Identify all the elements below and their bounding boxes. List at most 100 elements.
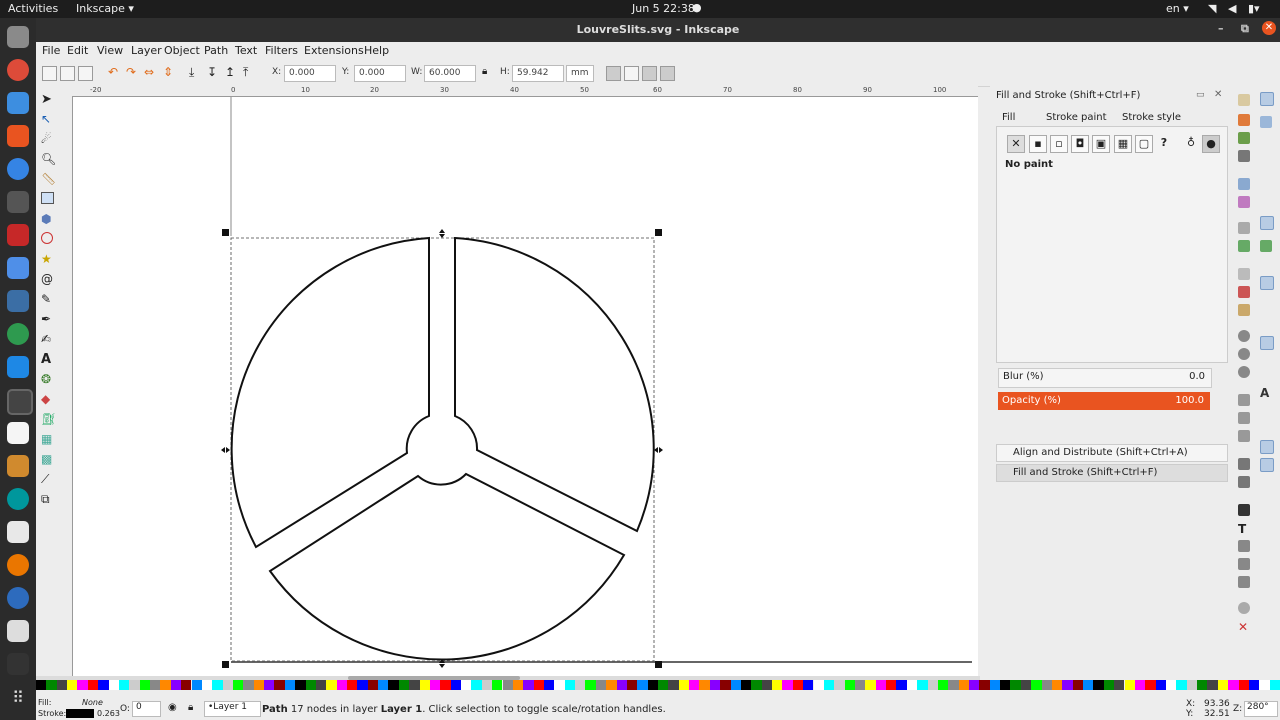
snap-smooth-icon[interactable] [1260,276,1274,290]
transform-gradients-icon[interactable] [642,66,657,81]
palette-swatch[interactable] [1145,680,1156,690]
h-field[interactable]: 59.942 [512,65,564,82]
palette-swatch[interactable] [658,680,669,690]
image-viewer-icon[interactable] [7,290,29,312]
drawing-canvas[interactable] [62,86,978,676]
palette-swatch[interactable] [1031,680,1042,690]
inkscape-icon[interactable] [7,389,33,415]
maximize-icon[interactable]: ⧉ [1241,22,1249,36]
slack-icon[interactable] [7,521,29,543]
palette-swatch[interactable] [77,680,88,690]
select-all-layers-icon[interactable] [60,66,75,81]
transform-patterns-icon[interactable] [660,66,675,81]
palette-swatch[interactable] [699,680,710,690]
flat-color-icon[interactable]: ▪ [1029,135,1047,153]
menu-view[interactable]: View [97,44,123,57]
palette-swatch[interactable] [906,680,918,690]
menu-edit[interactable]: Edit [67,44,88,57]
ungroup-icon[interactable] [1238,476,1250,488]
palette-swatch[interactable] [1041,680,1052,690]
redo-icon[interactable] [1238,240,1250,252]
palette-swatch[interactable] [264,680,275,690]
menu-extensions[interactable]: Extensions [304,44,364,57]
green-app-icon[interactable] [7,323,29,345]
new-document-icon[interactable] [1238,94,1250,106]
layers-icon[interactable] [1238,540,1250,552]
rotate-ccw-icon[interactable]: ↶ [108,65,118,79]
tab-fill[interactable]: Fill [1002,112,1015,123]
palette-swatch[interactable] [1176,680,1187,690]
radial-gradient-icon[interactable]: ◘ [1071,135,1089,153]
calligraphy-tool-icon[interactable]: ✍ [41,332,55,346]
palette-swatch[interactable] [844,680,855,690]
clone-icon[interactable] [1238,412,1250,424]
palette-swatch[interactable] [398,680,410,690]
wifi-icon[interactable]: ◥ [1208,2,1216,15]
palette-swatch[interactable] [1228,680,1239,690]
ellipse-tool-icon[interactable] [41,232,53,244]
palette-swatch[interactable] [647,680,658,690]
rectangle-tool-icon[interactable] [41,192,54,204]
clock[interactable]: Jun 5 22:38 [632,2,695,15]
palette-swatch[interactable] [730,680,741,690]
palette-swatch[interactable] [1093,680,1104,690]
louvre-slits-path[interactable] [230,236,655,661]
files-icon[interactable] [7,26,29,48]
text-editor-icon[interactable] [7,422,29,444]
opacity-field-status[interactable]: 0 [132,701,161,717]
palette-swatch[interactable] [56,680,68,690]
fill-rule-nonzero-icon[interactable]: ● [1202,135,1220,153]
palette-swatch[interactable] [440,680,451,690]
palette-swatch[interactable] [564,680,576,690]
palette-swatch[interactable] [150,680,161,690]
stroke-width-value[interactable]: 0.263 [97,709,120,718]
copy-icon[interactable] [1238,268,1250,280]
palette-swatch[interactable] [450,680,462,690]
palette-swatch[interactable] [512,680,524,690]
palette-swatch[interactable] [181,680,192,690]
palette-swatch[interactable] [108,680,119,690]
tab-stroke-style[interactable]: Stroke style [1122,112,1181,123]
palette-swatch[interactable] [232,680,244,690]
palette-swatch[interactable] [160,680,171,690]
palette-swatch[interactable] [46,680,57,690]
pencil-tool-icon[interactable]: ✎ [41,292,55,306]
palette-swatch[interactable] [170,680,182,690]
import-icon[interactable] [1238,178,1250,190]
lower-icon[interactable]: ↧ [207,65,217,79]
palette-swatch[interactable] [803,680,814,690]
deselect-icon[interactable] [78,66,93,81]
palette-swatch[interactable] [326,680,337,690]
group-icon[interactable] [1238,458,1250,470]
paste-icon[interactable] [1238,304,1250,316]
palette-swatch[interactable] [761,680,773,690]
print-icon[interactable] [1238,150,1250,162]
rotate-cw-icon[interactable]: ↷ [126,65,136,79]
palette-swatch[interactable] [1197,680,1208,690]
palette-swatch[interactable] [606,680,617,690]
xml-editor-icon[interactable] [1238,558,1250,570]
palette-swatch[interactable] [1259,680,1270,690]
palette-swatch[interactable] [668,680,679,690]
snap-nodes-icon[interactable] [1260,216,1274,230]
palette-swatch[interactable] [886,680,897,690]
palette-swatch[interactable] [1124,680,1135,690]
palette-swatch[interactable] [1083,680,1094,690]
palette-swatch[interactable] [378,680,389,690]
menu-layer[interactable]: Layer [131,44,162,57]
zoom-drawing-icon[interactable] [1238,348,1250,360]
zoom-field[interactable]: 280° [1244,701,1278,717]
palette-swatch[interactable] [419,680,430,690]
palette-swatch[interactable] [1207,680,1218,690]
palette-swatch[interactable] [1062,680,1073,690]
scale-corners-icon[interactable] [624,66,639,81]
palette-swatch[interactable] [201,680,213,690]
disk-icon[interactable] [7,620,29,642]
w-field[interactable]: 60.000 [424,65,476,82]
palette-swatch[interactable] [98,680,109,690]
spray-tool-icon[interactable]: ❂ [41,372,55,386]
palette-swatch[interactable] [139,680,151,690]
dropper-tool-icon[interactable]: ⟋ [41,472,55,486]
palette-swatch[interactable] [347,680,358,690]
palette-swatch[interactable] [191,680,202,690]
